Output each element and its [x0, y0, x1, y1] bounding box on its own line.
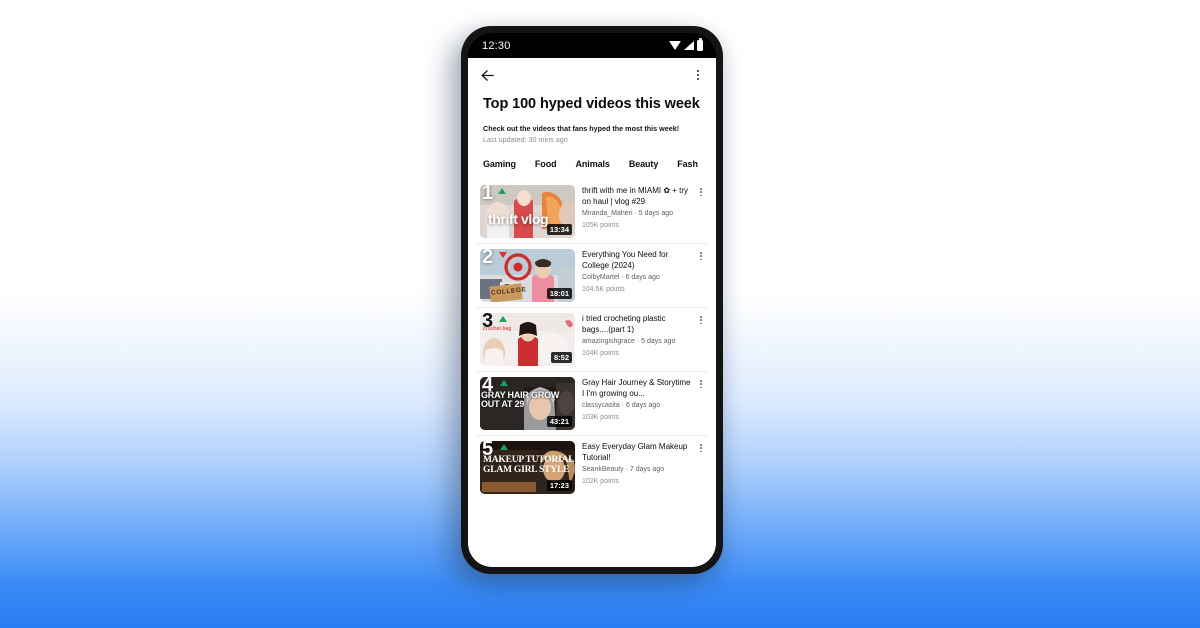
kebab-dot [700, 383, 702, 386]
video-list-item[interactable]: thrift vlog 1 13:34 thrift with me in MI… [476, 180, 708, 243]
category-tabs[interactable]: Gaming Food Animals Beauty Fash [468, 145, 716, 169]
trend-up-icon [498, 187, 506, 194]
video-thumbnail[interactable]: MAKEUP TUTORIAL GLAM GIRL STYLE 5 17:23 [480, 440, 575, 494]
video-meta: Easy Everyday Glam Makeup Tutorial! Sean… [582, 441, 691, 486]
kebab-dot [700, 450, 702, 453]
video-title: Gray Hair Journey & Storytime I I'm grow… [582, 377, 691, 398]
page-subtitle: Check out the videos that fans hyped the… [483, 124, 680, 134]
kebab-dot [700, 386, 702, 389]
rank-number: 2 [482, 248, 494, 268]
video-thumbnail[interactable]: thrift vlog 1 13:34 [480, 184, 575, 238]
kebab-dot [700, 255, 702, 258]
video-title: i tried crocheting plastic bags....(part… [582, 313, 666, 334]
rank-number: 1 [482, 184, 494, 204]
thumbnail-caption: GRAY HAIR GROW OUT AT 29 [481, 389, 560, 410]
video-duration: 18:01 [546, 287, 572, 299]
rank-number: 4 [482, 376, 494, 396]
video-thumbnail[interactable]: GRAY HAIR GROW OUT AT 29 4 43:21 [480, 376, 575, 430]
video-title: Easy Everyday Glam Makeup Tutorial! [582, 441, 688, 462]
kebab-dot [696, 78, 699, 81]
wifi-icon [669, 41, 681, 50]
back-arrow-icon[interactable] [479, 67, 496, 84]
kebab-dot [700, 194, 702, 197]
kebab-dot [700, 443, 702, 446]
kebab-dot [700, 322, 702, 325]
video-more-icon[interactable] [698, 185, 704, 197]
battery-icon [697, 38, 703, 51]
tab-gaming[interactable]: Gaming [483, 159, 516, 169]
status-bar-time: 12:30 [482, 39, 511, 52]
video-channel: Miranda_Maheri · 5 days ago [582, 210, 674, 218]
video-meta: Everything You Need for College (2024) C… [582, 249, 691, 294]
trend-up-icon [499, 315, 507, 322]
video-list: thrift vlog 1 13:34 thrift with me in MI… [468, 180, 716, 499]
video-thumbnail[interactable]: crochet bag 3 8:52 [480, 312, 575, 366]
more-vertical-icon[interactable] [694, 68, 702, 83]
tab-fashion[interactable]: Fash [677, 159, 698, 169]
kebab-dot [700, 258, 702, 261]
kebab-dot [700, 251, 702, 254]
video-points: 104K points [582, 349, 619, 357]
app-bar [468, 58, 716, 92]
video-points: 102K points [582, 477, 619, 485]
video-more-icon[interactable] [698, 377, 704, 389]
tab-animals[interactable]: Animals [576, 159, 610, 169]
video-more-icon[interactable] [698, 249, 704, 261]
status-bar-icons [669, 38, 703, 51]
video-channel: SeankBeauty · 7 days ago [582, 466, 665, 474]
video-list-item[interactable]: COLLEGE 2 18:01 Everything You Need for … [476, 242, 708, 307]
video-duration: 17:23 [546, 479, 572, 491]
video-list-item[interactable]: MAKEUP TUTORIAL GLAM GIRL STYLE 5 17:23 … [476, 434, 708, 499]
video-points: 104.5K points [582, 285, 625, 293]
kebab-dot [700, 187, 702, 190]
phone-screen: 12:30 Top 100 hyped videos this week Che… [468, 33, 716, 567]
trend-down-icon [499, 251, 507, 258]
app-content: Top 100 hyped videos this week Check out… [468, 58, 716, 567]
video-meta: i tried crocheting plastic bags....(part… [582, 313, 691, 358]
video-channel: ColbyMartel · 6 days ago [582, 274, 660, 282]
thumbnail-caption: thrift vlog [488, 210, 549, 227]
page-title: Top 100 hyped videos this week [483, 96, 700, 112]
video-duration: 8:52 [550, 351, 572, 363]
video-channel: amazingishgrace · 5 days ago [582, 338, 676, 346]
video-more-icon[interactable] [698, 441, 704, 453]
kebab-dot [700, 447, 702, 450]
tab-beauty[interactable]: Beauty [629, 159, 659, 169]
kebab-dot [700, 191, 702, 194]
video-list-item[interactable]: GRAY HAIR GROW OUT AT 29 4 43:21 Gray Ha… [476, 370, 708, 435]
video-thumbnail[interactable]: COLLEGE 2 18:01 [480, 248, 575, 302]
kebab-dot [700, 319, 702, 322]
video-more-icon[interactable] [698, 313, 704, 325]
rank-number: 5 [482, 440, 494, 460]
video-points: 103K points [582, 413, 619, 421]
signal-icon [684, 41, 694, 50]
thumbnail-caption: MAKEUP TUTORIAL GLAM GIRL STYLE [483, 454, 574, 476]
tab-food[interactable]: Food [535, 159, 557, 169]
phone-device-frame: 12:30 Top 100 hyped videos this week Che… [461, 26, 723, 574]
kebab-dot [696, 73, 699, 77]
video-meta: Gray Hair Journey & Storytime I I'm grow… [582, 377, 691, 422]
kebab-dot [696, 69, 699, 72]
video-duration: 13:34 [546, 223, 572, 235]
video-duration: 43:21 [546, 415, 572, 427]
trend-up-icon [500, 379, 508, 386]
video-title: thrift with me in MIAMI ✿ + try on haul … [582, 185, 689, 206]
page-header: Top 100 hyped videos this week Check out… [468, 92, 716, 145]
kebab-dot [700, 379, 702, 382]
video-points: 105K points [582, 221, 619, 229]
video-title: Everything You Need for College (2024) [582, 249, 669, 270]
last-updated-text: Last updated: 30 mins ago [483, 135, 568, 145]
status-bar: 12:30 [468, 33, 716, 58]
video-meta: thrift with me in MIAMI ✿ + try on haul … [582, 185, 691, 230]
kebab-dot [700, 315, 702, 318]
video-channel: classycasita · 6 days ago [582, 402, 661, 410]
rank-number: 3 [482, 312, 494, 332]
page-background: 12:30 Top 100 hyped videos this week Che… [0, 0, 1200, 628]
video-list-item[interactable]: crochet bag 3 8:52 i tried crocheting pl… [476, 306, 708, 371]
trend-up-icon [500, 443, 508, 450]
